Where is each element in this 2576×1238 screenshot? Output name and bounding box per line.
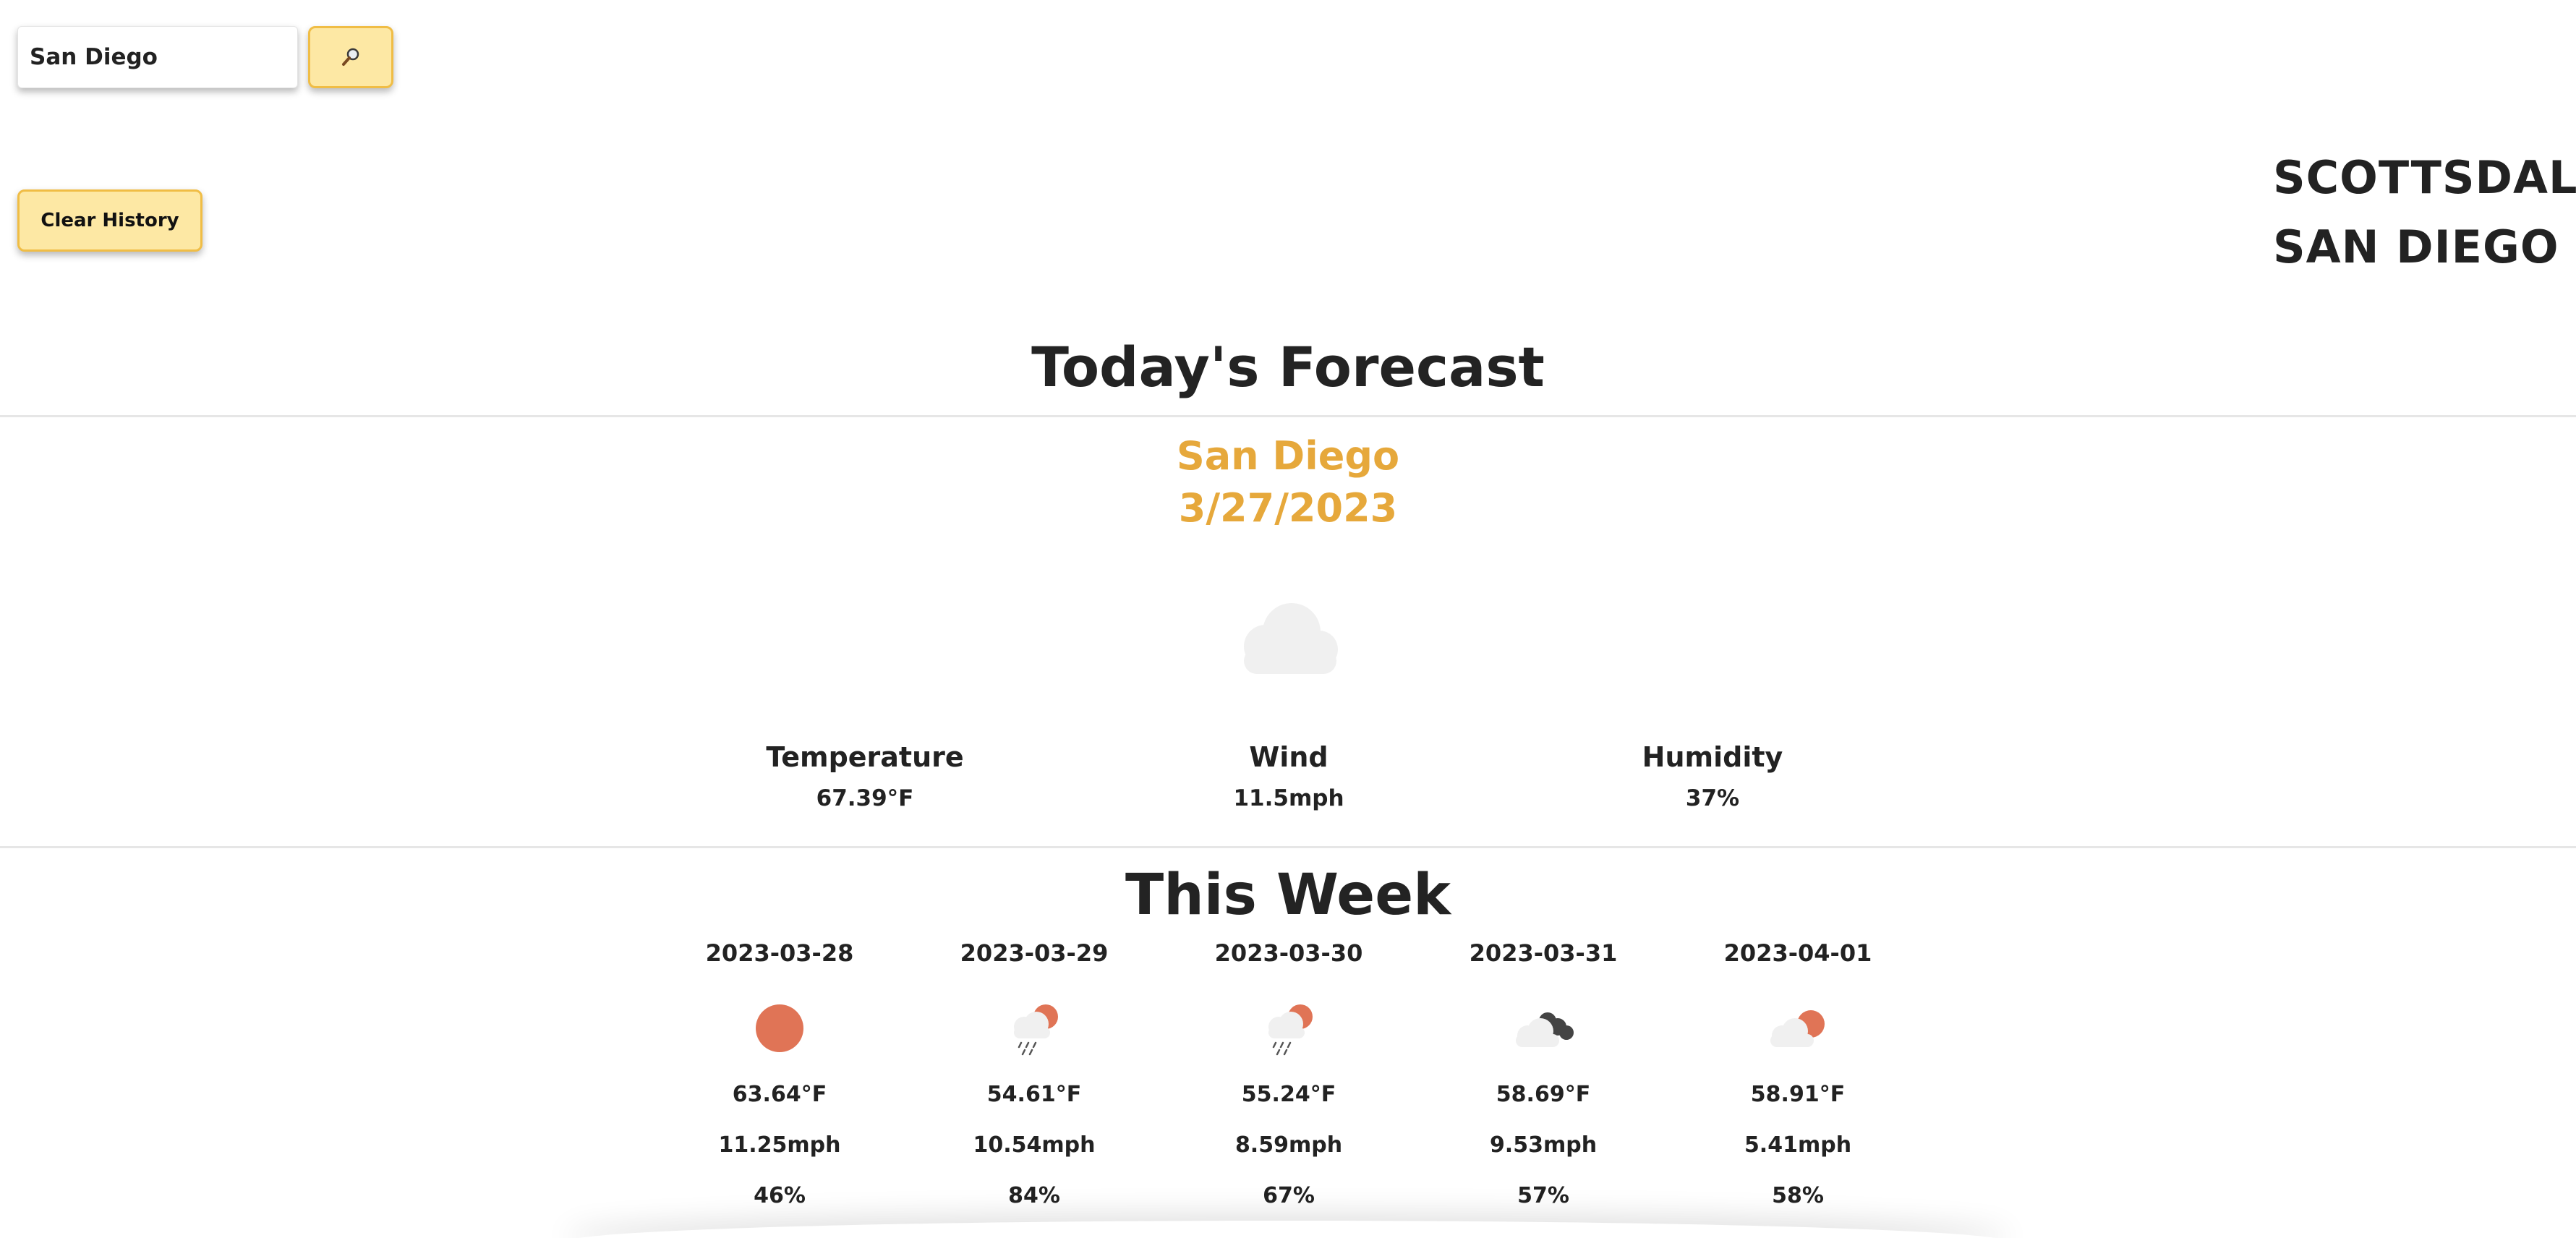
search-input[interactable]: [17, 26, 298, 88]
forecast-day: 2023-03-29 54.61°F 10.54mph 84%: [940, 937, 1128, 1211]
forecast-humidity: 67%: [1263, 1183, 1315, 1208]
forecast-day: 2023-03-30 55.24°F 8.59mph 67%: [1195, 937, 1383, 1211]
clear-history-button[interactable]: Clear History: [17, 189, 202, 252]
forecast-humidity: 84%: [1008, 1183, 1060, 1208]
todays-forecast-heading: Today's Forecast: [1031, 335, 1545, 399]
current-date: 3/27/2023: [1178, 485, 1398, 531]
wind-stat: Wind 11.5mph: [1144, 739, 1433, 814]
forecast-temperature: 58.91°F: [1750, 1082, 1846, 1107]
forecast-date: 2023-03-30: [1214, 939, 1363, 967]
forecast-date: 2023-03-31: [1469, 939, 1618, 967]
temperature-value: 67.39°F: [816, 785, 914, 811]
wind-value: 11.5mph: [1233, 785, 1344, 811]
weather-dashboard: Clear History SCOTTSDALE SAN DIEGO Today…: [0, 0, 2576, 1238]
forecast-wind: 8.59mph: [1234, 1132, 1343, 1158]
history-item-scottsdale[interactable]: SCOTTSDALE: [2273, 143, 2576, 213]
forecast-day: 2023-03-28 63.64°F 11.25mph 46%: [686, 937, 874, 1211]
card-shadow: [564, 1221, 2010, 1238]
forecast-temperature: 54.61°F: [986, 1082, 1082, 1107]
search-button[interactable]: [308, 26, 393, 88]
history-item-san-diego[interactable]: SAN DIEGO: [2273, 213, 2576, 282]
partly-cloudy-icon: [1770, 1010, 1825, 1047]
humidity-stat: Humidity 37%: [1568, 739, 1857, 814]
forecast-humidity: 46%: [754, 1183, 806, 1208]
forecast-date: 2023-03-28: [705, 939, 854, 967]
cloud-icon: [1244, 603, 1338, 674]
humidity-label: Humidity: [1642, 741, 1783, 773]
forecast-humidity: 57%: [1517, 1183, 1569, 1208]
forecast-wind: 5.41mph: [1744, 1132, 1852, 1158]
forecast-temperature: 63.64°F: [732, 1082, 827, 1107]
forecast-date: 2023-04-01: [1723, 939, 1872, 967]
magnifier-icon: [342, 48, 359, 66]
this-week-heading: This Week: [1125, 863, 1451, 928]
forecast-day: 2023-04-01 58.91°F 5.41mph 58%: [1704, 937, 1892, 1211]
sun-icon: [756, 1004, 803, 1052]
broken-clouds-icon: [1516, 1012, 1574, 1047]
forecast-day: 2023-03-31 58.69°F 9.53mph 57%: [1449, 937, 1637, 1211]
humidity-value: 37%: [1685, 785, 1740, 811]
rain-sun-icon: [1014, 1004, 1058, 1056]
divider: [0, 846, 2576, 848]
forecast-temperature: 55.24°F: [1241, 1082, 1336, 1107]
wind-label: Wind: [1249, 741, 1328, 773]
forecast-wind: 10.54mph: [973, 1132, 1096, 1158]
divider: [0, 415, 2576, 417]
temperature-label: Temperature: [766, 741, 964, 773]
forecast-wind: 11.25mph: [718, 1132, 841, 1158]
search-history-list: SCOTTSDALE SAN DIEGO: [2273, 143, 2576, 282]
rain-sun-icon: [1268, 1004, 1313, 1056]
forecast-temperature: 58.69°F: [1496, 1082, 1591, 1107]
current-city: San Diego: [1176, 433, 1400, 479]
forecast-humidity: 58%: [1772, 1183, 1824, 1208]
forecast-date: 2023-03-29: [960, 939, 1109, 967]
temperature-stat: Temperature 67.39°F: [720, 739, 1010, 814]
forecast-wind: 9.53mph: [1489, 1132, 1598, 1158]
